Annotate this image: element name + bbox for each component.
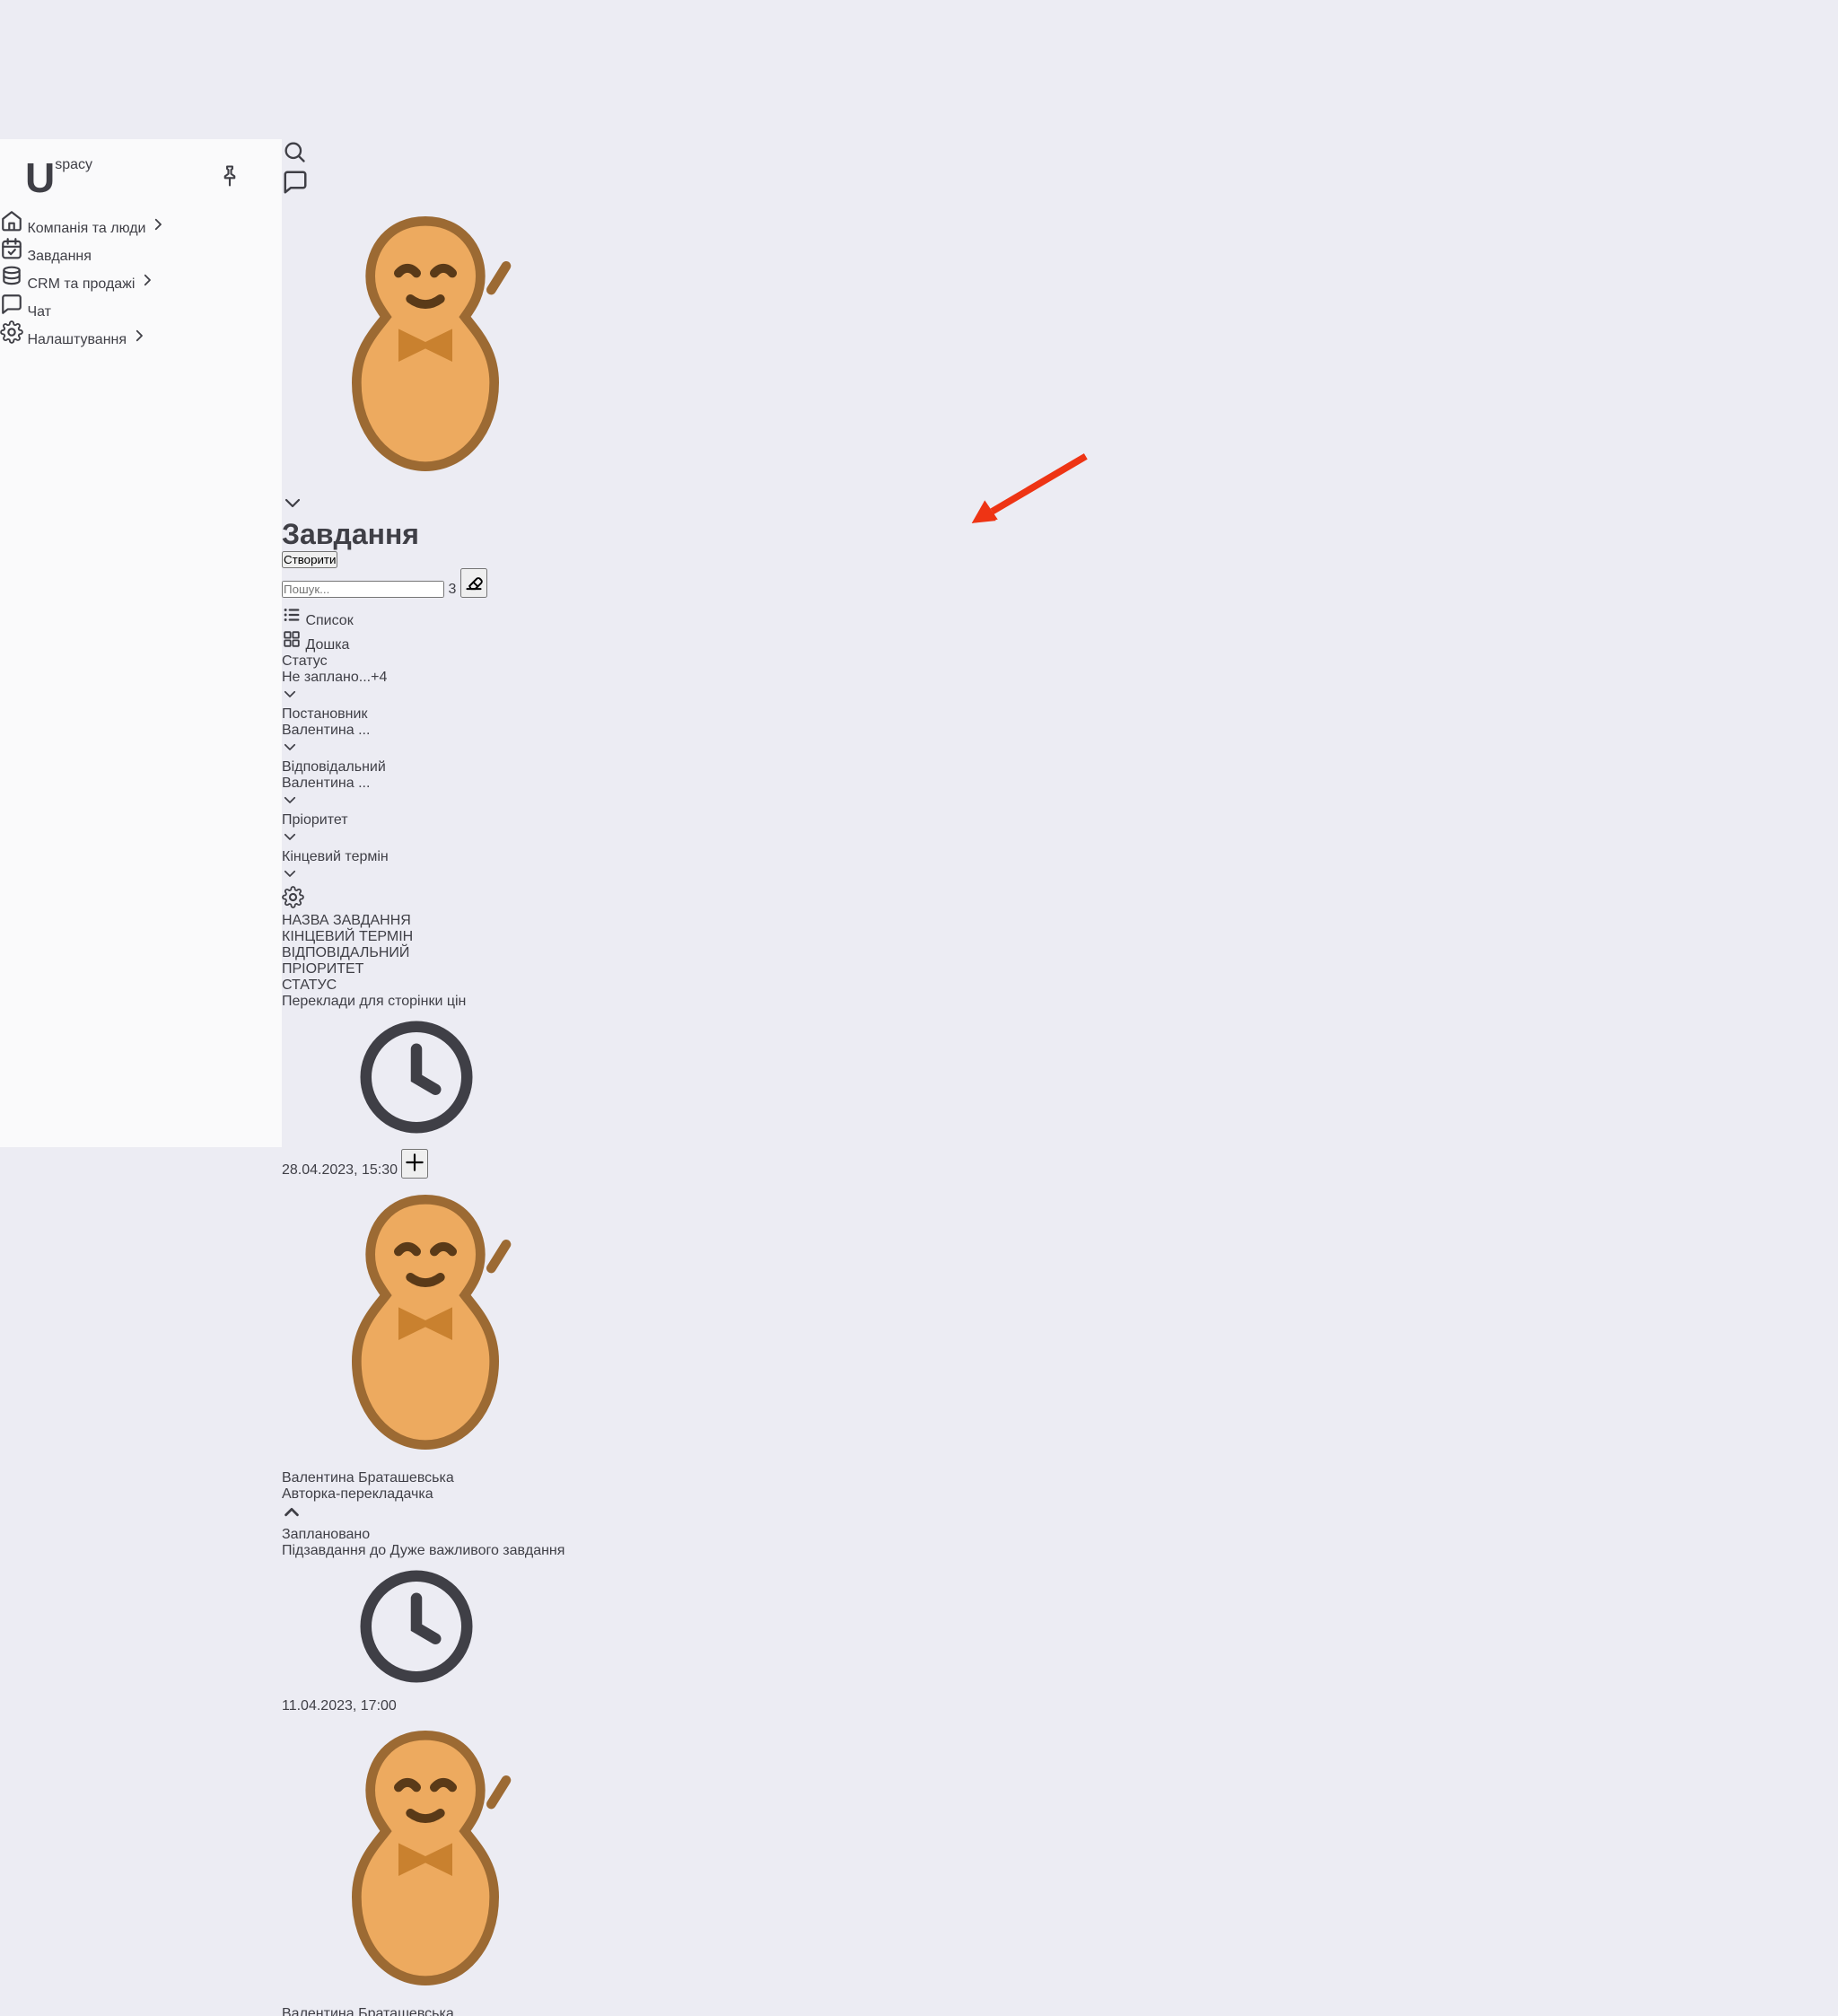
- chevron-right-icon: [150, 221, 166, 236]
- sidebar-item-tasks[interactable]: Завдання: [0, 237, 282, 265]
- filter-value: Не заплано...: [282, 670, 371, 685]
- annotation-arrow: [569, 139, 1838, 1147]
- filter-status[interactable]: Статус Не заплано...+4: [282, 653, 569, 706]
- view-toggle-board[interactable]: Дошка: [282, 629, 569, 653]
- assignee-avatar: [282, 1714, 569, 2002]
- task-name[interactable]: Переклади для сторінки цін: [282, 994, 569, 1010]
- topbar: [282, 139, 569, 518]
- sidebar-item-label: Налаштування: [27, 332, 127, 347]
- sidebar-nav: Компанія та люди Завдання CRM та продажі…: [0, 209, 282, 348]
- filter-value: Валентина ...: [282, 776, 569, 792]
- view-toggle-label: Список: [305, 613, 353, 628]
- chevron-right-icon: [131, 332, 147, 347]
- task-search-input[interactable]: [282, 581, 444, 598]
- sidebar-item-label: Чат: [27, 304, 51, 320]
- messages-icon[interactable]: [282, 184, 309, 199]
- filter-label: Кінцевий термін: [282, 849, 569, 865]
- column-header-deadline: КІНЦЕВИЙ ТЕРМІН: [282, 929, 569, 945]
- assignee-avatar: [282, 1179, 569, 1466]
- filter-extra-count: +4: [371, 670, 387, 685]
- sidebar-item-settings[interactable]: Налаштування: [0, 320, 282, 348]
- table-row[interactable]: Підзавдання до Дуже важливого завдання 1…: [282, 1543, 569, 2016]
- sidebar-item-label: Завдання: [27, 249, 91, 264]
- sidebar-item-company[interactable]: Компанія та люди: [0, 209, 282, 237]
- chevron-right-icon: [139, 276, 155, 292]
- clock-icon: [282, 1559, 551, 1694]
- deadline-pill[interactable]: 11.04.2023, 17:00: [282, 1682, 551, 1714]
- gear-icon: [0, 332, 23, 347]
- assignee-name[interactable]: Валентина Браташевська: [282, 1470, 569, 1486]
- filter-bar: Статус Не заплано...+4 Постановник Вален…: [282, 653, 569, 886]
- filter-author[interactable]: Постановник Валентина ...: [282, 706, 569, 759]
- assignee-name[interactable]: Валентина Браташевська: [282, 2006, 569, 2016]
- pin-sidebar-icon[interactable]: [217, 163, 242, 193]
- filter-priority[interactable]: Пріоритет: [282, 812, 569, 849]
- sidebar: U spacy Компанія та люди Завдання CRM та…: [0, 139, 282, 1147]
- content: Завдання Створити 3 Список: [282, 518, 569, 2016]
- page-title: Завдання: [282, 518, 569, 551]
- user-avatar[interactable]: [282, 476, 569, 491]
- sidebar-item-chat[interactable]: Чат: [0, 293, 282, 320]
- layers-icon: [0, 276, 23, 292]
- filter-label: Постановник: [282, 706, 569, 723]
- main-area: Завдання Створити 3 Список: [282, 139, 569, 1147]
- table-header-row: НАЗВА ЗАВДАННЯ КІНЦЕВИЙ ТЕРМІН ВІДПОВІДА…: [282, 886, 569, 994]
- board-view-icon: [282, 637, 302, 653]
- filter-value: Валентина ...: [282, 723, 569, 739]
- column-header-name: НАЗВА ЗАВДАННЯ: [282, 913, 569, 929]
- chevron-down-icon: [282, 870, 298, 885]
- column-header-status: СТАТУС: [282, 977, 569, 994]
- chevron-down-icon: [282, 743, 298, 758]
- uspacy-logo[interactable]: U spacy: [25, 157, 92, 198]
- active-filters-count: 3: [448, 582, 456, 597]
- profile-menu-chevron-icon[interactable]: [282, 502, 303, 517]
- filter-label: Відповідальний: [282, 759, 569, 776]
- filter-label: Статус: [282, 653, 569, 670]
- tasks-table: НАЗВА ЗАВДАННЯ КІНЦЕВИЙ ТЕРМІН ВІДПОВІДА…: [282, 886, 569, 2016]
- chevron-down-icon: [282, 690, 298, 706]
- app-window: U spacy Компанія та люди Завдання CRM та…: [0, 139, 1838, 1147]
- clear-filters-button[interactable]: [460, 568, 487, 598]
- add-subtask-button[interactable]: [401, 1149, 428, 1179]
- chevron-down-icon: [282, 833, 298, 848]
- task-search-field: 3: [282, 568, 569, 598]
- home-icon: [0, 221, 23, 236]
- chat-icon: [0, 304, 23, 320]
- list-view-icon: [282, 613, 302, 628]
- sidebar-item-label: Компанія та люди: [27, 221, 145, 236]
- view-toggle-label: Дошка: [305, 637, 349, 653]
- create-task-button[interactable]: Створити: [282, 551, 337, 568]
- assignee-role: Авторка-перекладачка: [282, 1486, 569, 1503]
- global-search-icon[interactable]: [282, 153, 307, 168]
- filter-label: Пріоритет: [282, 812, 569, 828]
- sidebar-item-label: CRM та продажі: [27, 276, 135, 292]
- calendar-check-icon: [0, 249, 23, 264]
- table-row[interactable]: Переклади для сторінки цін 28.04.2023, 1…: [282, 994, 569, 1543]
- logo-letter: U: [25, 157, 55, 198]
- column-header-priority: ПРІОРИТЕТ: [282, 961, 569, 977]
- sidebar-item-crm[interactable]: CRM та продажі: [0, 265, 282, 293]
- filter-responsible[interactable]: Відповідальний Валентина ...: [282, 759, 569, 812]
- task-name[interactable]: Підзавдання до Дуже важливого завдання: [282, 1543, 569, 1559]
- table-settings-gear-icon[interactable]: [282, 897, 304, 912]
- status-badge[interactable]: Заплановано: [282, 1527, 370, 1542]
- priority-high-icon[interactable]: [282, 1511, 302, 1526]
- view-toggle-list[interactable]: Список: [282, 605, 569, 629]
- view-toggle: Список Дошка: [282, 605, 569, 653]
- column-header-responsible: ВІДПОВІДАЛЬНИЙ: [282, 945, 569, 961]
- logo-text: spacy: [55, 157, 92, 173]
- chevron-down-icon: [282, 796, 298, 811]
- filter-deadline[interactable]: Кінцевий термін: [282, 849, 569, 886]
- clock-icon: [282, 1010, 551, 1144]
